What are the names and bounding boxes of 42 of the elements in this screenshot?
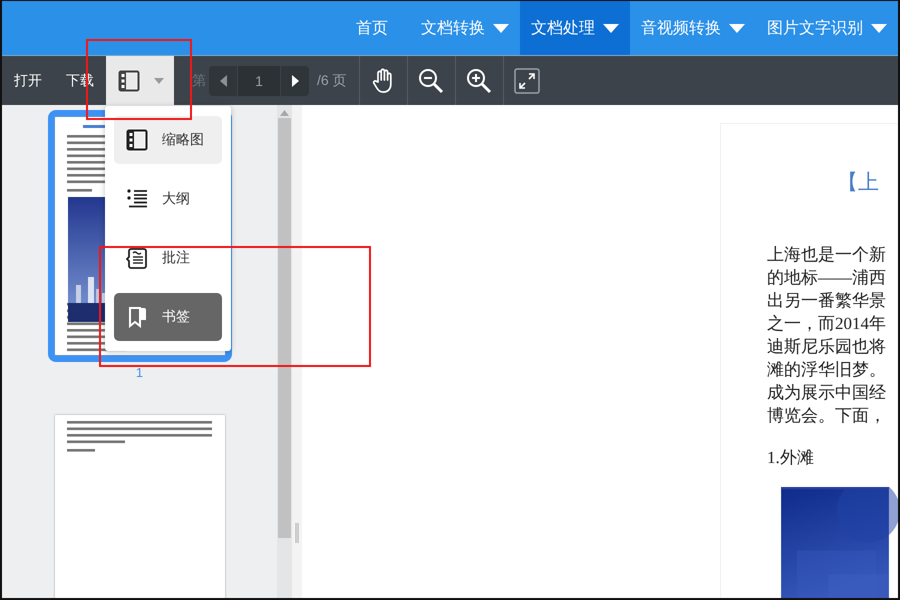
menu-item[interactable]: 大纲: [114, 175, 222, 223]
zoom-out-icon: [418, 68, 444, 94]
page-count: /6 页: [317, 72, 347, 90]
menu-item[interactable]: 书签: [114, 293, 222, 341]
open-button[interactable]: 打开: [2, 56, 54, 105]
menu-item[interactable]: 缩略图: [114, 116, 222, 164]
paragraph-line: 的地标——浦西: [767, 267, 887, 289]
right-triangle-icon: [292, 74, 298, 86]
thumbnails-icon: [118, 70, 140, 92]
nav-menu-item[interactable]: 图片文字识别: [756, 1, 898, 55]
paragraph-line: 上海也是一个新: [767, 244, 887, 266]
paragraph-line: 之一，而2014年: [767, 313, 887, 335]
up-arrow-icon: [280, 110, 289, 116]
caret-icon: [729, 24, 745, 32]
paragraph-line: 博览会。下面，: [767, 405, 887, 427]
nav-menu-item[interactable]: 文档转换: [410, 1, 520, 55]
comment-icon: [126, 247, 148, 269]
bookmark-icon: [126, 306, 148, 328]
caret-icon: [871, 24, 887, 32]
caret-icon: [493, 24, 509, 32]
scrollbar[interactable]: [277, 105, 292, 598]
fullscreen-icon: [514, 68, 540, 94]
page-number: 1: [136, 365, 144, 380]
paragraph-line: 成为展示中国经: [767, 382, 887, 404]
zoom-in-icon: [466, 68, 492, 94]
nav-menu-item[interactable]: 音视频转换: [630, 1, 756, 55]
left-triangle-icon: [220, 74, 226, 86]
thumbnails-icon: [126, 129, 148, 151]
paragraph-line: 迪斯尼乐园也将: [767, 336, 887, 358]
section-heading: 1.外滩: [767, 447, 815, 469]
paragraph-line: 出另一番繁华景: [767, 290, 887, 312]
resize-handle-icon: [295, 523, 299, 543]
menu-item[interactable]: 批注: [114, 234, 222, 282]
sidebar-view-button[interactable]: [106, 56, 174, 105]
paragraph-line: 滩的浮华旧梦。: [767, 359, 887, 381]
document-title: 【上: [837, 172, 880, 193]
list-icon: [126, 188, 148, 210]
caret-icon: [154, 78, 164, 84]
nav-menu-item[interactable]: 文档处理: [520, 1, 630, 55]
page-number-field[interactable]: 1: [237, 66, 281, 96]
caret-icon: [603, 24, 619, 32]
nav-menu-item[interactable]: 首页: [345, 1, 410, 55]
